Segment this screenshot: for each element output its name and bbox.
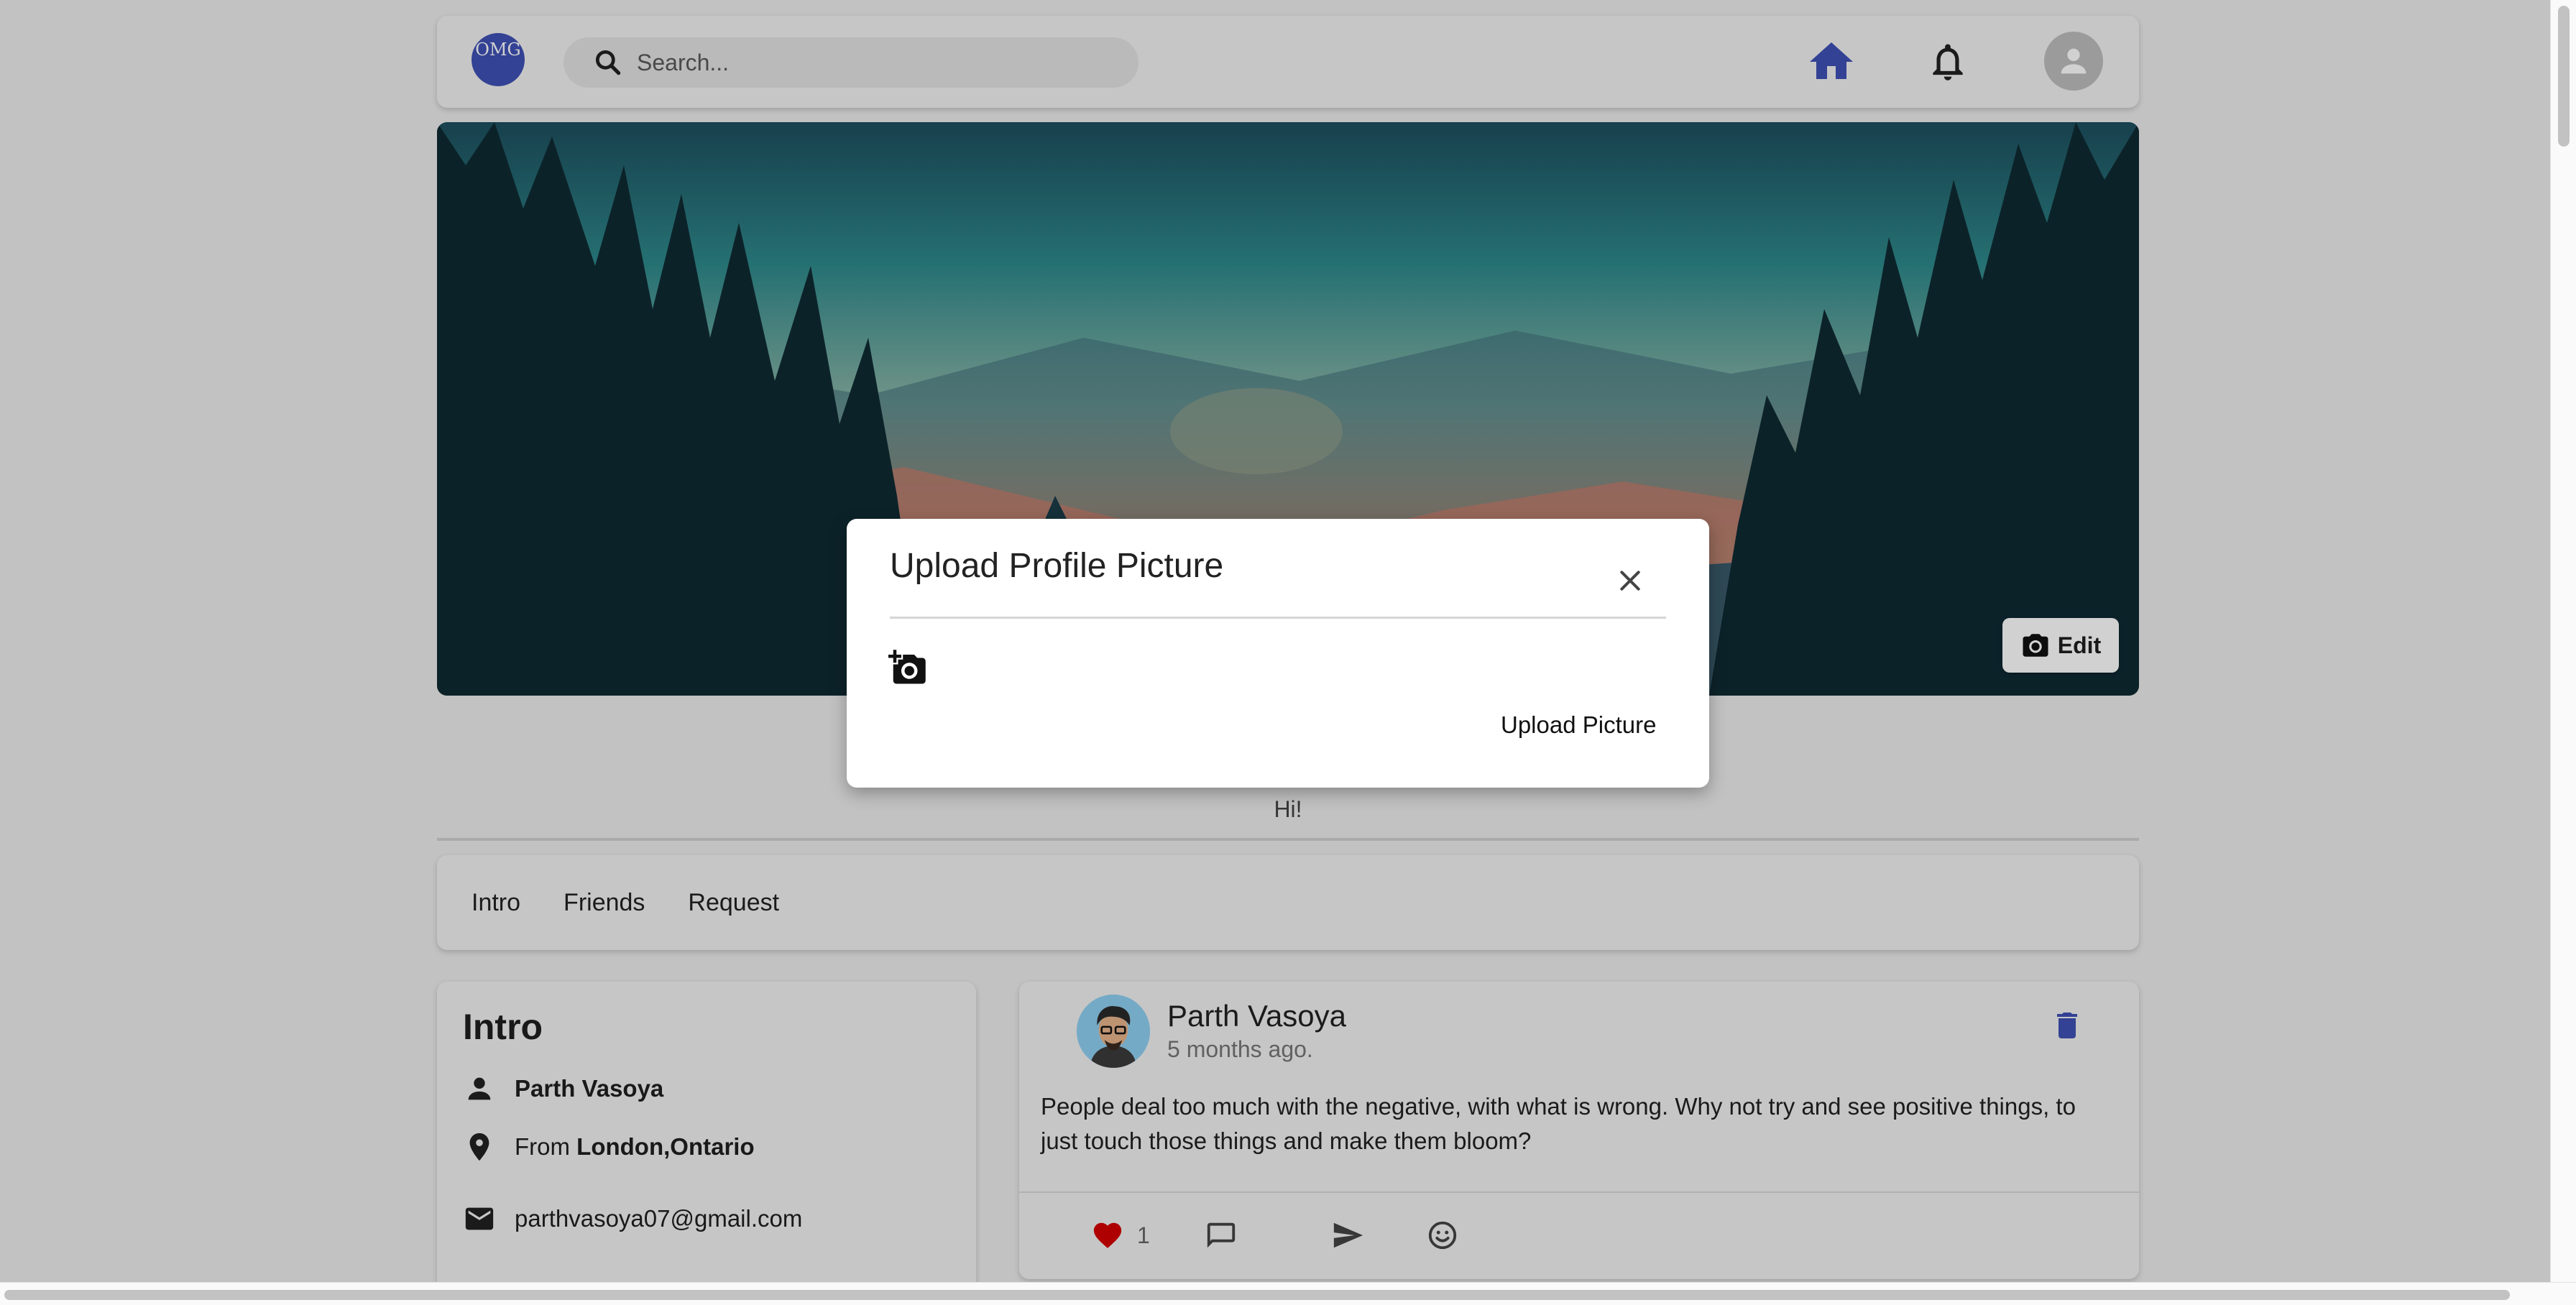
vertical-scrollbar[interactable] <box>2550 0 2576 1305</box>
page: OMG Search... Edit Hi! Intro Friends Req… <box>0 0 2576 1305</box>
vertical-scroll-thumb[interactable] <box>2558 6 2570 147</box>
close-icon[interactable] <box>1616 566 1644 595</box>
dialog-title: Upload Profile Picture <box>890 547 1224 585</box>
upload-profile-picture-dialog: Upload Profile Picture Upload Picture <box>847 519 1709 788</box>
add-photo-icon[interactable] <box>888 648 927 687</box>
horizontal-scroll-thumb[interactable] <box>4 1290 2510 1300</box>
upload-picture-button[interactable]: Upload Picture <box>1501 711 1656 739</box>
dialog-divider <box>890 617 1666 619</box>
horizontal-scrollbar[interactable] <box>0 1282 2576 1305</box>
